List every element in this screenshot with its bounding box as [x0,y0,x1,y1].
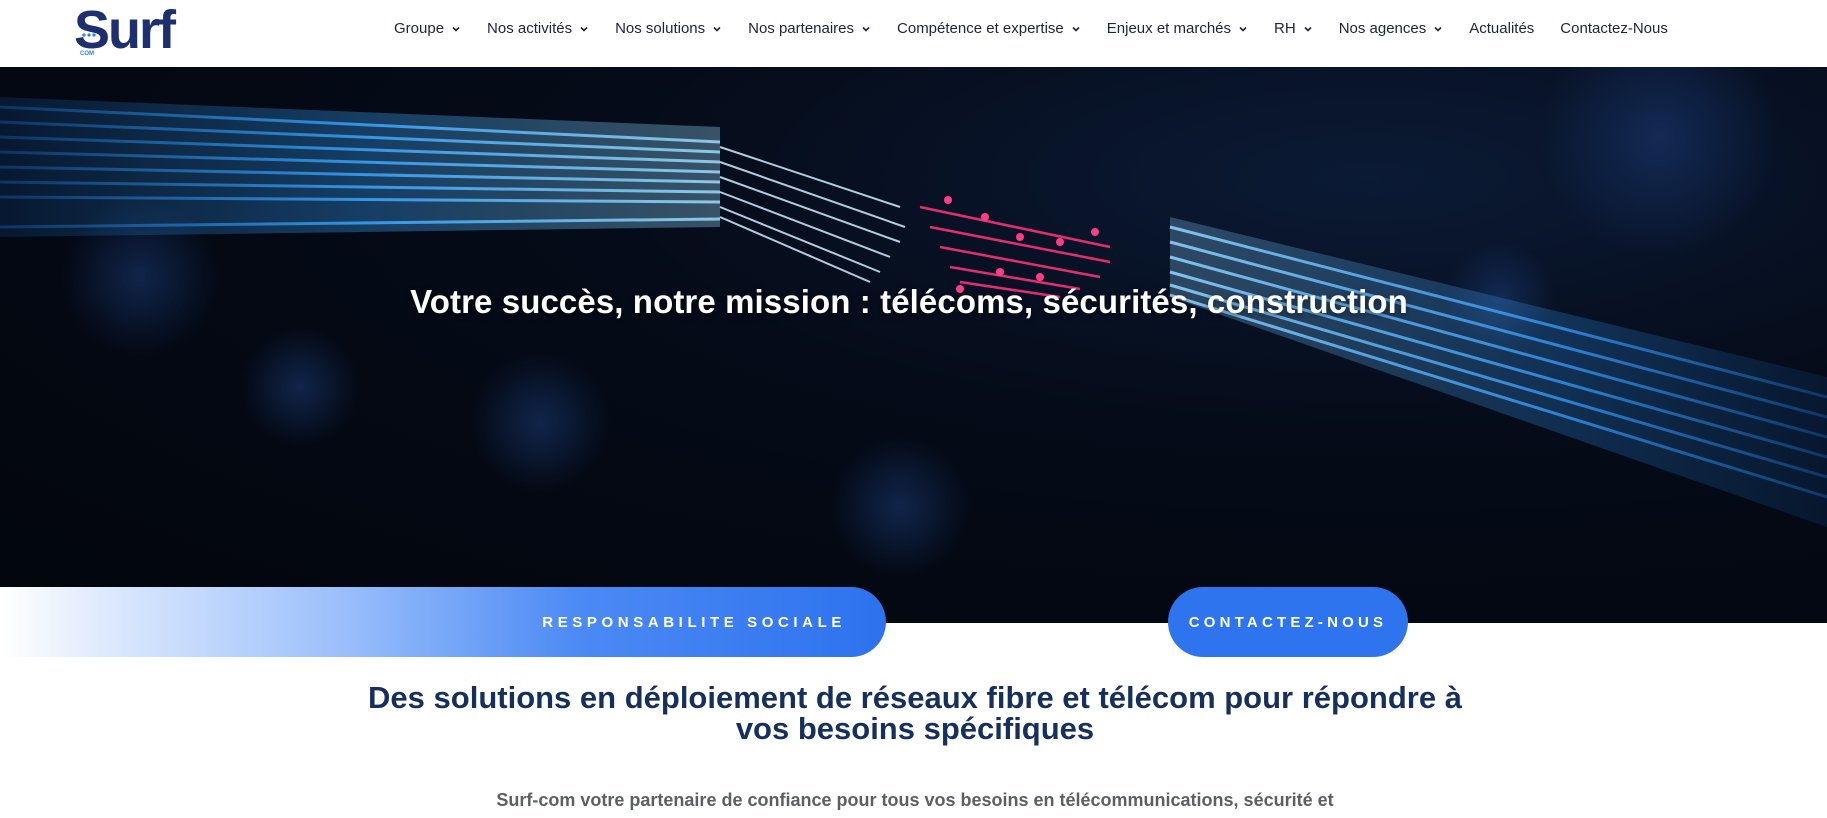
nav-item-nos-activit-s[interactable]: Nos activités [474,0,602,57]
nav-item-label: Nos activités [487,20,573,37]
nav-item-groupe[interactable]: Groupe [394,0,474,57]
nav-item-label: Contactez-Nous [1560,20,1668,37]
site-header: Surf COM Groupe Nos activités Nos solution… [0,0,1827,67]
nav-item-label: RH [1274,20,1296,37]
contact-us-button[interactable]: CONTACTEZ-NOUS [1168,587,1408,657]
nav-item-label: Enjeux et marchés [1106,20,1232,37]
logo-sub-text: COM [80,51,94,57]
fiber-optic-cable-image [0,67,1827,577]
surfcom-logo[interactable]: Surf COM [60,2,205,58]
section-heading-line1: Des solutions en déploiement de réseaux … [368,680,1462,715]
nav-item-label: Actualités [1469,20,1535,37]
logo-brand-text: Surf [74,2,177,58]
hero-banner: Votre succès, notre mission : télécoms, … [0,67,1827,623]
intro-paragraph: Surf-com votre partenaire de confiance p… [496,790,1334,810]
nav-item-actualit-s[interactable]: Actualités [1456,0,1547,57]
nav-item-nos-agences[interactable]: Nos agences [1326,0,1457,57]
nav-item-enjeux-et-march-s[interactable]: Enjeux et marchés [1094,0,1261,57]
social-responsibility-label: RESPONSABILITE SOCIALE [542,613,846,631]
main-navigation: Groupe Nos activités Nos solutions Nos part… [394,0,1681,57]
chevron-down-icon [1434,26,1442,32]
nav-item-label: Compétence et expertise [897,20,1064,37]
chevron-down-icon [1072,26,1080,32]
chevron-down-icon [862,26,870,32]
nav-item-contactez-nous[interactable]: Contactez-Nous [1547,0,1681,57]
nav-item-label: Nos partenaires [748,20,855,37]
chevron-down-icon [580,26,588,32]
nav-item-comp-tence-et-expertise[interactable]: Compétence et expertise [884,0,1094,57]
hero-title: Votre succès, notre mission : télécoms, … [410,283,1408,320]
nav-item-label: Nos agences [1338,20,1427,37]
chevron-down-icon [1304,26,1312,32]
nav-item-rh[interactable]: RH [1261,0,1326,57]
nav-item-nos-partenaires[interactable]: Nos partenaires [735,0,884,57]
nav-item-label: Nos solutions [615,20,706,37]
social-responsibility-button[interactable]: RESPONSABILITE SOCIALE [0,587,886,657]
chevron-down-icon [1239,26,1247,32]
chevron-down-icon [452,26,460,32]
section-heading-line2: vos besoins spécifiques [735,711,1095,746]
nav-item-label: Groupe [394,20,445,37]
section-heading: Des solutions en déploiement de réseaux … [360,682,1470,744]
nav-item-nos-solutions[interactable]: Nos solutions [602,0,735,57]
chevron-down-icon [713,26,721,32]
contact-us-label: CONTACTEZ-NOUS [1188,613,1388,631]
